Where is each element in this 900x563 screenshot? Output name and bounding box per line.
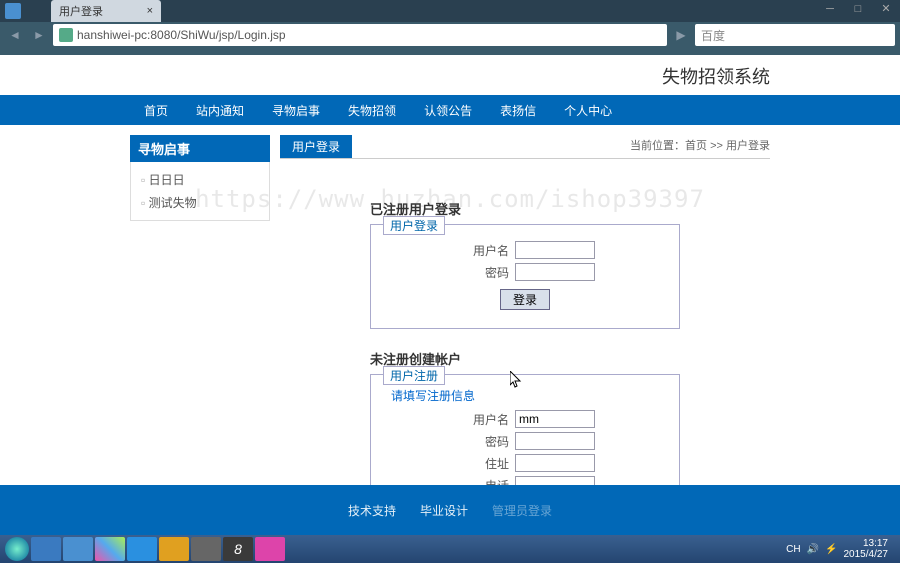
register-password-input[interactable]: [515, 432, 595, 450]
task-icon[interactable]: 8: [223, 537, 253, 561]
titlebar: 用户登录 × ─ □ ✕: [0, 0, 900, 22]
login-username-input[interactable]: [515, 241, 595, 259]
sidebar-item[interactable]: 日日日: [137, 168, 263, 191]
close-icon[interactable]: ×: [147, 5, 153, 17]
back-button[interactable]: ◄: [5, 25, 25, 45]
start-button[interactable]: [5, 537, 29, 561]
task-icon[interactable]: [127, 537, 157, 561]
system-title: 失物招领系统: [662, 67, 770, 87]
forms: 已注册用户登录 用户登录 用户名 密码 登录: [280, 159, 770, 535]
pwd-label: 密码: [455, 264, 515, 281]
tray-icon[interactable]: 🔊: [807, 544, 819, 555]
clock[interactable]: 13:17 2015/4/27: [844, 538, 889, 560]
address-bar[interactable]: hanshiwei-pc:8080/ShiWu/jsp/Login.jsp: [53, 24, 667, 46]
nav-praise[interactable]: 表扬信: [486, 102, 550, 119]
tab-title: 用户登录: [59, 3, 103, 19]
login-section: 已注册用户登录 用户登录 用户名 密码 登录: [370, 199, 680, 329]
browser-tab[interactable]: 用户登录 ×: [51, 0, 161, 22]
url-text: hanshiwei-pc:8080/ShiWu/jsp/Login.jsp: [77, 28, 286, 42]
nav-home[interactable]: 首页: [130, 102, 182, 119]
page-header: 失物招领系统: [0, 55, 900, 95]
register-address-input[interactable]: [515, 454, 595, 472]
nav-seek[interactable]: 寻物启事: [258, 102, 334, 119]
ime-indicator[interactable]: CH: [786, 544, 800, 555]
task-icon[interactable]: [31, 537, 61, 561]
task-icon[interactable]: [191, 537, 221, 561]
breadcrumb: 当前位置：首页 >> 用户登录: [630, 137, 770, 153]
reg-user-label: 用户名: [455, 411, 515, 428]
nav-lost[interactable]: 失物招领: [334, 102, 410, 119]
sidebar-item[interactable]: 测试失物: [137, 191, 263, 214]
footer-link[interactable]: 技术支持: [348, 502, 396, 519]
go-button[interactable]: ▶: [671, 25, 691, 45]
maximize-button[interactable]: □: [844, 0, 872, 18]
forward-button[interactable]: ►: [29, 25, 49, 45]
footer-link[interactable]: 管理员登录: [492, 502, 552, 519]
nav-profile[interactable]: 个人中心: [550, 102, 626, 119]
login-button[interactable]: 登录: [500, 289, 550, 310]
task-icon[interactable]: [159, 537, 189, 561]
task-icon[interactable]: [63, 537, 93, 561]
sidebar: 寻物启事 日日日 测试失物: [130, 135, 270, 535]
reg-addr-label: 住址: [455, 455, 515, 472]
content-area: 寻物启事 日日日 测试失物 用户登录 当前位置：首页 >> 用户登录 已注册用户…: [0, 125, 900, 535]
footer-link[interactable]: 毕业设计: [420, 502, 468, 519]
task-icon[interactable]: [255, 537, 285, 561]
task-icon[interactable]: [95, 537, 125, 561]
reg-pwd-label: 密码: [455, 433, 515, 450]
search-placeholder: 百度: [701, 27, 725, 44]
taskbar: 8 CH 🔊 ⚡ 13:17 2015/4/27: [0, 535, 900, 563]
main-nav: 首页 站内通知 寻物启事 失物招领 认领公告 表扬信 个人中心: [0, 95, 900, 125]
search-bar[interactable]: 百度: [695, 24, 895, 46]
tray-icon[interactable]: ⚡: [825, 544, 837, 555]
close-button[interactable]: ✕: [872, 0, 900, 18]
main-content: 用户登录 当前位置：首页 >> 用户登录 已注册用户登录 用户登录 用户名: [280, 135, 770, 535]
content-tab[interactable]: 用户登录: [280, 135, 352, 158]
browser-chrome: 用户登录 × ─ □ ✕ ◄ ► hanshiwei-pc:8080/ShiWu…: [0, 0, 900, 55]
site-icon: [59, 28, 73, 42]
register-legend: 用户注册: [383, 366, 445, 385]
login-legend: 用户登录: [383, 216, 445, 235]
user-label: 用户名: [455, 242, 515, 259]
system-tray: CH 🔊 ⚡ 13:17 2015/4/27: [786, 538, 896, 560]
nav-notice[interactable]: 站内通知: [182, 102, 258, 119]
page: https://www.huzhan.com/ishop39397 失物招领系统…: [0, 55, 900, 535]
page-footer: 技术支持 毕业设计 管理员登录: [0, 485, 900, 535]
register-username-input[interactable]: [515, 410, 595, 428]
nav-claim[interactable]: 认领公告: [410, 102, 486, 119]
minimize-button[interactable]: ─: [816, 0, 844, 18]
register-hint: 请填写注册信息: [391, 387, 659, 404]
app-icon: [5, 3, 21, 19]
nav-bar: ◄ ► hanshiwei-pc:8080/ShiWu/jsp/Login.js…: [0, 22, 900, 48]
login-password-input[interactable]: [515, 263, 595, 281]
sidebar-title: 寻物启事: [130, 135, 270, 162]
